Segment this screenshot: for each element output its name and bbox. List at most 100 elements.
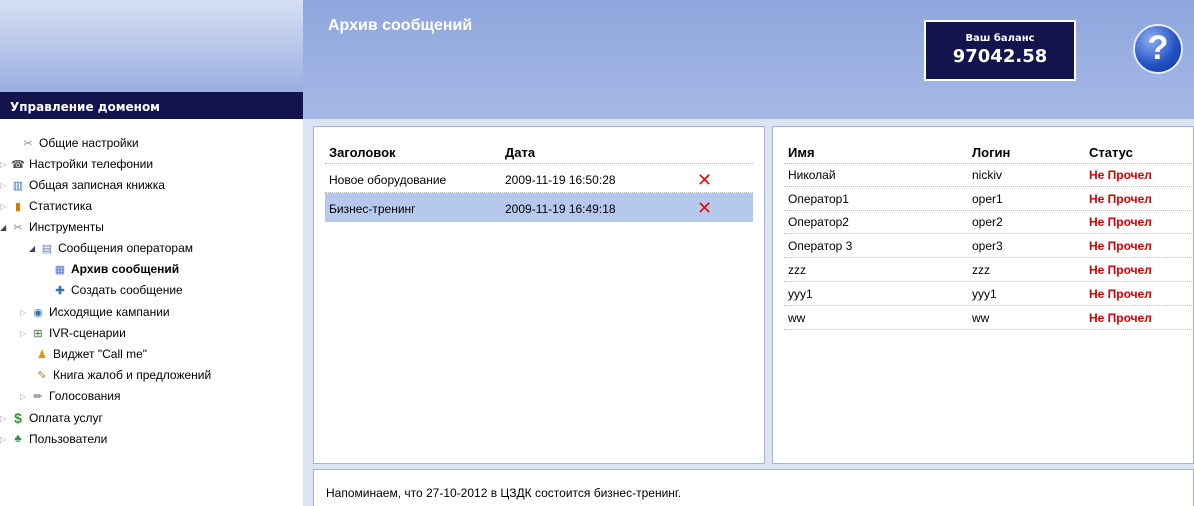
balance-label: Ваш баланс — [965, 33, 1035, 44]
notice-text: Напоминаем, что 27-10-2012 в ЦЗДК состои… — [326, 486, 682, 500]
users-icon: ♣ — [14, 433, 22, 445]
expand-arrow-icon[interactable]: ▷ — [0, 414, 10, 423]
sidebar-item-label: Голосования — [49, 389, 121, 403]
sidebar-item-payment[interactable]: ▷ $ Оплата услуг — [0, 410, 103, 426]
expand-arrow-icon[interactable]: ▷ — [0, 202, 10, 211]
sidebar-item-label: Создать сообщение — [71, 283, 183, 297]
status-badge: Не Прочел — [1089, 239, 1152, 253]
message-title[interactable]: Бизнес-тренинг — [329, 202, 416, 216]
sidebar-header-background — [0, 0, 303, 92]
sidebar-item-label: Статистика — [29, 199, 93, 213]
row-divider — [784, 329, 1192, 330]
bar-chart-icon: ▮ — [14, 200, 22, 213]
user-login: oper2 — [972, 215, 1003, 229]
phone-icon: ☎ — [11, 158, 25, 171]
user-login: oper3 — [972, 239, 1003, 253]
sidebar-item-telephony-settings[interactable]: ▷ ☎ Настройки телефонии — [0, 157, 153, 171]
tools-icon: ✂ — [23, 137, 33, 150]
close-icon[interactable]: ✕ — [697, 172, 712, 190]
balance-value: 97042.58 — [952, 46, 1048, 67]
dollar-icon: $ — [14, 410, 22, 426]
notebook-icon: ✎ — [37, 369, 47, 382]
column-header-title[interactable]: Заголовок — [329, 145, 396, 160]
column-header-login[interactable]: Логин — [972, 145, 1010, 160]
status-badge: Не Прочел — [1089, 168, 1152, 182]
column-header-date[interactable]: Дата — [505, 145, 535, 160]
user-login: ww — [972, 311, 990, 325]
sidebar-item-create-message[interactable]: ✚ Создать сообщение — [52, 283, 183, 297]
user-name: Оператор2 — [788, 215, 849, 229]
question-icon[interactable]: ? — [1133, 24, 1183, 74]
header-divider — [325, 163, 753, 164]
expand-arrow-icon[interactable]: ▷ — [20, 308, 30, 317]
page-title: Архив сообщений — [328, 17, 473, 34]
sidebar-item-label: Пользователи — [29, 432, 108, 446]
collapse-arrow-icon[interactable]: ◢ — [29, 244, 39, 253]
sidebar-item-label: Книга жалоб и предложений — [53, 368, 212, 382]
sidebar-item-address-book[interactable]: ▷ ▥ Общая записная книжка — [0, 178, 165, 192]
tree-icon: ⊞ — [33, 327, 43, 340]
archive-icon: ▦ — [54, 263, 66, 276]
status-badge: Не Прочел — [1089, 263, 1152, 277]
expand-arrow-icon[interactable]: ▷ — [0, 160, 10, 169]
status-badge: Не Прочел — [1089, 192, 1152, 206]
sidebar-item-call-me-widget[interactable]: ♟ Виджет "Call me" — [34, 347, 147, 361]
user-login: yyy1 — [972, 287, 997, 301]
sidebar-item-voting[interactable]: ▷ ✏ Голосования — [20, 389, 120, 403]
sidebar-item-general-settings[interactable]: ✂ Общие настройки — [10, 136, 138, 150]
message-title[interactable]: Новое оборудование — [329, 173, 446, 187]
header-divider — [784, 163, 1192, 164]
tools-icon: ✂ — [13, 221, 23, 234]
sidebar-item-users[interactable]: ▷ ♣ Пользователи — [0, 432, 107, 446]
user-name: Оператор 3 — [788, 239, 853, 253]
sidebar-item-complaints-book[interactable]: ✎ Книга жалоб и предложений — [34, 368, 211, 382]
user-name: ww — [788, 311, 806, 325]
status-badge: Не Прочел — [1089, 215, 1152, 229]
row-divider — [784, 257, 1192, 258]
message-date: 2009-11-19 16:49:18 — [505, 202, 616, 216]
sidebar-item-operator-messages[interactable]: ◢ ▤ Сообщения операторам — [29, 241, 193, 255]
user-name: zzz — [788, 263, 806, 277]
row-divider — [784, 186, 1192, 187]
domain-title: Управление доменом — [0, 92, 303, 119]
user-login: zzz — [972, 263, 990, 277]
column-header-status[interactable]: Статус — [1089, 145, 1133, 160]
expand-arrow-icon[interactable]: ▷ — [0, 181, 10, 190]
globe-icon: ◉ — [33, 306, 43, 319]
message-date: 2009-11-19 16:50:28 — [505, 173, 616, 187]
row-divider — [784, 210, 1192, 211]
user-login: oper1 — [972, 192, 1003, 206]
pencil-icon: ✏ — [33, 390, 43, 403]
expand-arrow-icon[interactable]: ▷ — [0, 435, 10, 444]
sidebar-item-tools[interactable]: ◢ ✂ Инструменты — [0, 220, 104, 234]
message-icon: ▤ — [41, 242, 53, 255]
sidebar-item-label: Виджет "Call me" — [53, 347, 148, 361]
expand-arrow-icon[interactable]: ▷ — [20, 329, 30, 338]
notice-panel: Напоминаем, что 27-10-2012 в ЦЗДК состои… — [313, 469, 1194, 506]
sidebar-item-outgoing-campaigns[interactable]: ▷ ◉ Исходящие кампании — [20, 305, 170, 319]
collapse-arrow-icon[interactable]: ◢ — [0, 223, 10, 232]
sidebar-item-label: Инструменты — [29, 220, 104, 234]
sidebar-item-label: Исходящие кампании — [49, 305, 170, 319]
user-login: nickiv — [972, 168, 1003, 182]
user-name: Николай — [788, 168, 836, 182]
sidebar-item-statistics[interactable]: ▷ ▮ Статистика — [0, 199, 92, 213]
row-divider — [784, 233, 1192, 234]
sidebar-item-ivr-scenarios[interactable]: ▷ ⊞ IVR-сценарии — [20, 326, 126, 340]
expand-arrow-icon[interactable]: ▷ — [20, 392, 30, 401]
close-icon[interactable]: ✕ — [697, 200, 712, 218]
user-name: yyy1 — [788, 287, 813, 301]
sidebar-item-label: Оплата услуг — [29, 411, 103, 425]
book-icon: ▥ — [12, 179, 24, 192]
status-badge: Не Прочел — [1089, 287, 1152, 301]
user-name: Оператор1 — [788, 192, 849, 206]
balance-box: Ваш баланс 97042.58 — [924, 20, 1076, 81]
column-header-name[interactable]: Имя — [788, 145, 815, 160]
row-divider — [784, 305, 1192, 306]
sidebar-item-label: Настройки телефонии — [29, 157, 154, 171]
sidebar-item-label: Архив сообщений — [71, 262, 180, 276]
status-badge: Не Прочел — [1089, 311, 1152, 325]
sidebar-item-label: Общая записная книжка — [29, 178, 165, 192]
row-divider — [784, 281, 1192, 282]
sidebar-item-message-archive[interactable]: ▦ Архив сообщений — [52, 262, 179, 276]
